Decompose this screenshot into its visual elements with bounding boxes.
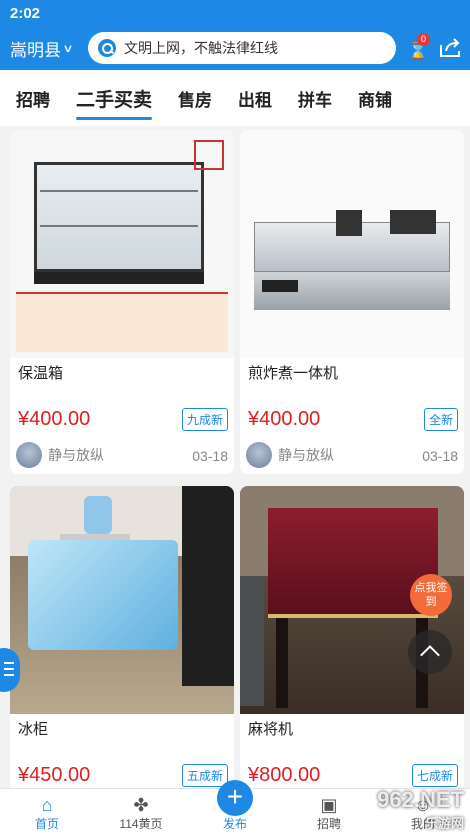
- tab-rent[interactable]: 出租: [238, 86, 272, 111]
- listing-image: [10, 130, 234, 358]
- tab-yellow-pages-label: 114黄页: [119, 817, 163, 831]
- tab-shops[interactable]: 商铺: [358, 86, 392, 111]
- tab-home[interactable]: ⌂ 首页: [0, 789, 94, 836]
- plus-icon: +: [226, 781, 244, 812]
- avatar: [16, 442, 42, 468]
- listing-date: 03-18: [192, 448, 228, 464]
- share-button[interactable]: [438, 37, 462, 59]
- watermark: 962.NET 乐游网: [377, 787, 464, 832]
- sign-in-button[interactable]: 点我签到: [410, 574, 452, 616]
- tab-home-label: 首页: [34, 817, 59, 831]
- home-icon: ⌂: [41, 795, 53, 815]
- hourglass-button[interactable]: ⌛ 0: [404, 33, 430, 61]
- location-selector[interactable]: 嵩明县 ∨: [10, 36, 88, 61]
- listing-title: 保温箱: [18, 365, 64, 382]
- search-icon: [98, 39, 116, 57]
- condition-badge: 全新: [423, 408, 458, 431]
- listing-price: ¥800.00: [248, 764, 321, 786]
- category-tabs: 招聘 二手买卖 售房 出租 拼车 商铺: [0, 70, 470, 126]
- listing-card[interactable]: 煎炸煮一体机 ¥400.00 全新 静与放纵 03-18: [240, 130, 464, 474]
- listing-title: 冰柜: [18, 721, 49, 738]
- listing-card[interactable]: 冰柜 ¥450.00 五成新: [10, 486, 234, 792]
- status-time: 2:02: [10, 5, 41, 22]
- seller-name: 静与放纵: [48, 447, 104, 463]
- tab-yellow-pages[interactable]: ✤ 114黄页: [94, 789, 188, 836]
- listing-title: 煎炸煮一体机: [248, 365, 339, 382]
- listing-price: ¥450.00: [18, 764, 91, 786]
- tab-second-hand[interactable]: 二手买卖: [76, 85, 153, 120]
- status-bar: 2:02: [0, 0, 470, 26]
- sign-in-label: 点我签到: [414, 582, 448, 608]
- avatar: [246, 442, 272, 468]
- condition-badge: 九成新: [181, 408, 228, 431]
- listing-card[interactable]: 保温箱 ¥400.00 九成新 静与放纵 03-18: [10, 130, 234, 474]
- location-label: 嵩明县: [10, 40, 61, 60]
- tab-carpool[interactable]: 拼车: [298, 86, 332, 111]
- chevron-down-icon: ∨: [62, 42, 74, 55]
- share-icon: [440, 38, 460, 57]
- clover-icon: ✤: [133, 795, 149, 815]
- listing-image: [240, 130, 464, 358]
- listing-image: [10, 486, 234, 714]
- condition-badge: 七成新: [411, 764, 458, 787]
- watermark-sub: 乐游网: [424, 816, 464, 831]
- search-placeholder: 文明上网，不触法律红线: [124, 40, 278, 56]
- back-to-top-button[interactable]: [408, 630, 452, 674]
- listing-price: ¥400.00: [18, 408, 91, 430]
- tab-house-sale[interactable]: 售房: [178, 86, 212, 111]
- notification-badge: 0: [417, 33, 430, 46]
- seller-info: 静与放纵: [16, 442, 104, 468]
- tab-jobs-bottom[interactable]: ▣ 招聘: [282, 789, 376, 836]
- listing-date: 03-18: [422, 448, 458, 464]
- search-bar[interactable]: 文明上网，不触法律红线: [88, 32, 396, 64]
- tab-publish-label: 发布: [222, 817, 247, 831]
- listing-title: 麻将机: [248, 721, 294, 738]
- condition-badge: 五成新: [181, 764, 228, 787]
- briefcase-icon: ▣: [320, 795, 338, 815]
- top-bar: 嵩明县 ∨ 文明上网，不触法律红线 ⌛ 0: [0, 26, 470, 70]
- tab-jobs[interactable]: 招聘: [16, 86, 50, 111]
- publish-button[interactable]: +: [217, 780, 253, 816]
- tab-jobs-label: 招聘: [316, 817, 341, 831]
- seller-name: 静与放纵: [278, 447, 334, 463]
- seller-info: 静与放纵: [246, 442, 334, 468]
- listing-price: ¥400.00: [248, 408, 321, 430]
- watermark-brand: 962.NET: [377, 787, 464, 812]
